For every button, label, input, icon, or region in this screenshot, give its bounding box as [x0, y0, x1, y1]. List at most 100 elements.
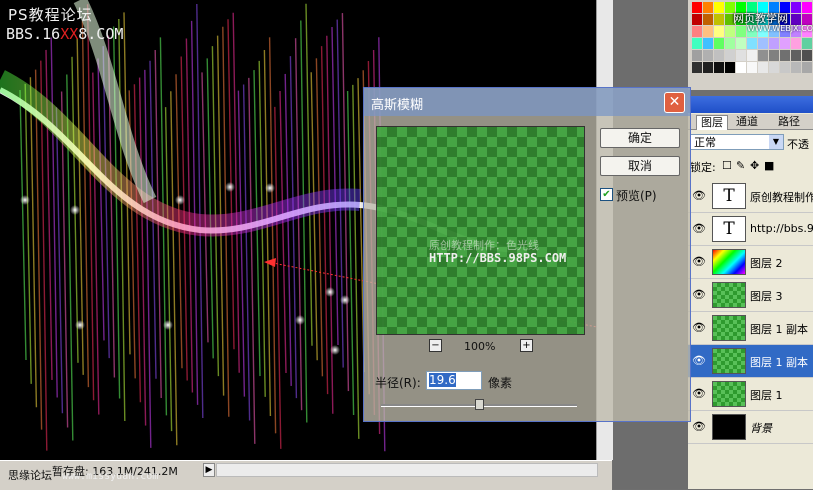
color-swatch[interactable]: [747, 50, 757, 61]
lock-all-icon[interactable]: ■: [764, 159, 774, 172]
eye-icon[interactable]: 👁: [692, 420, 706, 433]
color-swatch[interactable]: [714, 14, 724, 25]
color-swatch[interactable]: [703, 14, 713, 25]
color-swatch[interactable]: [692, 62, 702, 73]
streak-line: [97, 58, 105, 341]
color-swatch[interactable]: [736, 50, 746, 61]
sparkle: [265, 183, 275, 193]
color-swatch[interactable]: [692, 26, 702, 37]
tab-paths[interactable]: 路径: [774, 115, 804, 129]
layer-row[interactable]: 👁 图层 3: [688, 279, 813, 312]
eye-icon[interactable]: 👁: [692, 354, 706, 367]
cancel-button[interactable]: 取消: [600, 156, 680, 176]
streak-line: [211, 46, 220, 377]
color-swatch[interactable]: [791, 50, 801, 61]
layer-row[interactable]: 👁 Thttp://bbs.98: [688, 213, 813, 246]
color-swatch[interactable]: [692, 38, 702, 49]
streak-line: [86, 4, 95, 401]
sparkle: [325, 287, 335, 297]
color-swatch[interactable]: [747, 38, 757, 49]
color-swatch[interactable]: [725, 50, 735, 61]
color-swatch[interactable]: [703, 50, 713, 61]
color-swatch[interactable]: [769, 62, 779, 73]
layer-row[interactable]: 👁 背景: [688, 411, 813, 444]
eye-icon[interactable]: 👁: [692, 321, 706, 334]
color-swatch[interactable]: [703, 26, 713, 37]
blend-mode-select[interactable]: 正常 ▼: [690, 134, 784, 150]
eye-icon[interactable]: 👁: [692, 288, 706, 301]
layer-row[interactable]: 👁 T 原创教程制作: [688, 180, 813, 213]
color-swatch[interactable]: [714, 62, 724, 73]
color-swatch[interactable]: [714, 2, 724, 13]
zoom-level: 100%: [464, 340, 496, 353]
blur-preview[interactable]: 原创教程制作：色光线 HTTP://BBS.98PS.COM: [376, 126, 585, 335]
layer-row[interactable]: 👁 图层 1 副本: [688, 312, 813, 345]
color-swatch[interactable]: [703, 2, 713, 13]
eye-icon[interactable]: 👁: [692, 189, 706, 202]
color-swatch[interactable]: [780, 38, 790, 49]
zoom-in-button[interactable]: +: [520, 339, 533, 352]
ok-button[interactable]: 确定: [600, 128, 680, 148]
color-swatch[interactable]: [692, 50, 702, 61]
sparkle: [175, 195, 185, 205]
color-swatch[interactable]: [791, 38, 801, 49]
radius-slider-thumb[interactable]: [475, 399, 484, 410]
tab-channels[interactable]: 通道: [732, 115, 762, 129]
lock-brush-icon[interactable]: ✎: [736, 159, 745, 172]
color-swatch[interactable]: [736, 62, 746, 73]
streak-line: [279, 90, 287, 374]
zoom-out-button[interactable]: −: [429, 339, 442, 352]
streak-line: [201, 72, 209, 343]
lock-transparency-icon[interactable]: ☐: [722, 159, 732, 172]
color-swatch[interactable]: [802, 38, 812, 49]
layer-name: 原创教程制作: [750, 191, 813, 204]
tab-layers[interactable]: 图层: [696, 115, 728, 130]
color-swatch[interactable]: [758, 50, 768, 61]
color-swatch[interactable]: [758, 62, 768, 73]
streak-line: [300, 20, 308, 423]
color-swatch[interactable]: [802, 62, 812, 73]
color-swatch[interactable]: [802, 2, 812, 13]
color-swatch[interactable]: [802, 50, 812, 61]
lock-move-icon[interactable]: ✥: [750, 159, 759, 172]
radius-input[interactable]: 19.6: [426, 371, 482, 390]
color-swatch[interactable]: [769, 50, 779, 61]
color-swatch[interactable]: [736, 38, 746, 49]
status-menu-arrow-icon[interactable]: ▶: [203, 463, 215, 477]
color-swatch[interactable]: [703, 38, 713, 49]
color-swatch[interactable]: [692, 14, 702, 25]
color-swatch[interactable]: [692, 2, 702, 13]
color-swatch[interactable]: [725, 38, 735, 49]
eye-icon[interactable]: 👁: [692, 255, 706, 268]
color-swatch[interactable]: [725, 62, 735, 73]
color-swatch[interactable]: [769, 38, 779, 49]
color-swatch[interactable]: [714, 26, 724, 37]
color-swatch[interactable]: [725, 26, 735, 37]
eye-icon[interactable]: 👁: [692, 387, 706, 400]
color-swatch[interactable]: [780, 50, 790, 61]
layers-panel: 图层 通道 路径 正常 ▼ 不透 锁定: ☐ ✎ ✥ ■ 👁 T 原创教程制作 👁 Tht…: [688, 96, 813, 489]
layer-name: 图层 1 副本: [750, 356, 808, 369]
layers-panel-titlebar[interactable]: [688, 96, 813, 113]
close-button[interactable]: ✕: [664, 92, 685, 113]
layer-name: 图层 2: [750, 257, 783, 270]
color-swatch[interactable]: [714, 50, 724, 61]
color-swatch[interactable]: [758, 38, 768, 49]
layer-row[interactable]: 👁 图层 1: [688, 378, 813, 411]
dialog-titlebar[interactable]: 高斯模糊 ✕: [364, 88, 690, 116]
footer-url-watermark: www.missyuan.com: [62, 471, 159, 482]
color-swatch[interactable]: [714, 38, 724, 49]
canvas-horizontal-scrollbar[interactable]: [216, 463, 598, 477]
streak-line: [284, 73, 292, 386]
color-swatch[interactable]: [780, 62, 790, 73]
color-swatch[interactable]: [736, 26, 746, 37]
color-swatch[interactable]: [791, 62, 801, 73]
color-swatch[interactable]: [791, 2, 801, 13]
layer-row[interactable]: 👁 图层 2: [688, 246, 813, 279]
color-swatch[interactable]: [703, 62, 713, 73]
color-swatch[interactable]: [747, 62, 757, 73]
chevron-down-icon: ▼: [769, 135, 783, 149]
preview-checkbox[interactable]: ✔: [600, 188, 613, 201]
eye-icon[interactable]: 👁: [692, 222, 706, 235]
layer-row[interactable]: 👁 图层 1 副本: [688, 345, 813, 378]
